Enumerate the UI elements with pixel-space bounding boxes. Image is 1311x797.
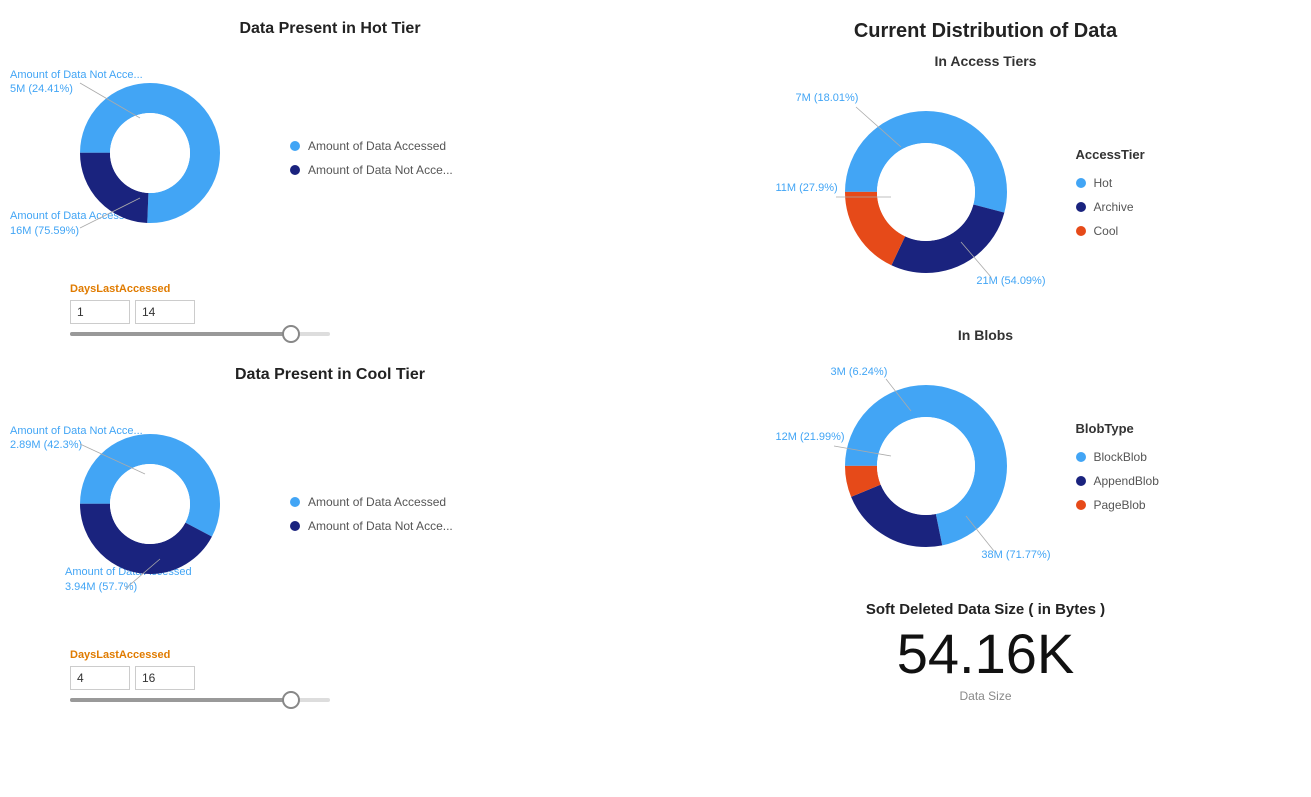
blobs-page-legend: PageBlob [1076, 498, 1196, 512]
cool-tier-section: Data Present in Cool Tier Amount of Data… [10, 366, 650, 702]
cool-tier-title: Data Present in Cool Tier [10, 366, 650, 384]
hot-slider-fill [70, 332, 291, 336]
blobs-block-legend: BlockBlob [1076, 450, 1196, 464]
cool-tier-chart-row: Amount of Data Not Acce... 2.89M (42.3%)… [10, 394, 650, 634]
hot-slider-min-input[interactable] [70, 300, 130, 324]
blobs-append-label: AppendBlob [1094, 474, 1159, 488]
hot-slider-track[interactable] [70, 332, 330, 336]
hot-tier-title: Data Present in Hot Tier [10, 20, 650, 38]
hot-accessed-dot [290, 141, 300, 151]
cool-tier-slider-section: DaysLastAccessed [10, 649, 650, 702]
access-cool-legend: Cool [1076, 224, 1196, 238]
access-tiers-section: In Access Tiers 7M (18.01%) 11M (27.9%) … [670, 53, 1301, 307]
hot-tier-chart-row: Amount of Data Not Acce... 5M (24.41%) A… [10, 48, 650, 268]
blobs-section: In Blobs 3M (6.24%) 12M (21.99%) 38M (71… [670, 327, 1301, 581]
cool-tier-legend-accessed: Amount of Data Accessed [290, 495, 453, 509]
access-tiers-legend: AccessTier Hot Archive Cool [1076, 147, 1196, 238]
right-panel: Current Distribution of Data In Access T… [650, 20, 1301, 732]
cool-slider-label: DaysLastAccessed [70, 649, 650, 661]
access-tiers-subtitle: In Access Tiers [670, 53, 1301, 69]
hot-not-accessed-legend-label: Amount of Data Not Acce... [308, 163, 453, 177]
cool-accessed-dot [290, 497, 300, 507]
access-tiers-chart-row: 7M (18.01%) 11M (27.9%) 21M (54.09%) [670, 77, 1301, 307]
blobs-donut-wrap: 3M (6.24%) 12M (21.99%) 38M (71.77%) [776, 351, 1056, 581]
access-cool-label: Cool [1094, 224, 1119, 238]
cool-tier-donut [70, 424, 230, 584]
hot-slider-label: DaysLastAccessed [70, 283, 650, 295]
access-cool-dot [1076, 226, 1086, 236]
cool-not-accessed-dot [290, 521, 300, 531]
left-panel: Data Present in Hot Tier Amount of Data … [10, 20, 650, 732]
blobs-block-dot [1076, 452, 1086, 462]
access-hot-dot [1076, 178, 1086, 188]
cool-accessed-legend-label: Amount of Data Accessed [308, 495, 446, 509]
blobs-legend: BlobType BlockBlob AppendBlob PageBlob [1076, 421, 1196, 512]
hot-tier-donut [70, 73, 230, 233]
access-archive-label: Archive [1094, 200, 1134, 214]
soft-deleted-sublabel: Data Size [670, 689, 1301, 703]
soft-deleted-title: Soft Deleted Data Size ( in Bytes ) [670, 601, 1301, 618]
blobs-page-label: PageBlob [1094, 498, 1146, 512]
blobs-subtitle: In Blobs [670, 327, 1301, 343]
blobs-block-label: BlockBlob [1094, 450, 1147, 464]
hot-tier-section: Data Present in Hot Tier Amount of Data … [10, 20, 650, 336]
blobs-append-dot [1076, 476, 1086, 486]
distribution-title: Current Distribution of Data [670, 20, 1301, 43]
hot-slider-inputs [70, 300, 650, 324]
soft-deleted-section: Soft Deleted Data Size ( in Bytes ) 54.1… [670, 601, 1301, 703]
access-tiers-donut [826, 92, 1026, 292]
cool-slider-fill [70, 698, 291, 702]
blobs-page-dot [1076, 500, 1086, 510]
hot-slider-thumb[interactable] [282, 325, 300, 343]
cool-tier-legend-not-accessed: Amount of Data Not Acce... [290, 519, 453, 533]
blobs-legend-title: BlobType [1076, 421, 1196, 436]
access-tiers-donut-wrap: 7M (18.01%) 11M (27.9%) 21M (54.09%) [776, 77, 1056, 307]
access-tiers-legend-title: AccessTier [1076, 147, 1196, 162]
hot-tier-slider-section: DaysLastAccessed [10, 283, 650, 336]
access-hot-label: Hot [1094, 176, 1113, 190]
blobs-append-legend: AppendBlob [1076, 474, 1196, 488]
main-container: Data Present in Hot Tier Amount of Data … [0, 0, 1311, 752]
access-hot-legend: Hot [1076, 176, 1196, 190]
cool-slider-inputs [70, 666, 650, 690]
hot-accessed-legend-label: Amount of Data Accessed [308, 139, 446, 153]
cool-tier-legend: Amount of Data Accessed Amount of Data N… [290, 495, 453, 533]
blobs-donut [826, 366, 1026, 566]
cool-slider-thumb[interactable] [282, 691, 300, 709]
cool-slider-track[interactable] [70, 698, 330, 702]
blobs-chart-row: 3M (6.24%) 12M (21.99%) 38M (71.77%) [670, 351, 1301, 581]
cool-slider-min-input[interactable] [70, 666, 130, 690]
cool-not-accessed-legend-label: Amount of Data Not Acce... [308, 519, 453, 533]
access-archive-dot [1076, 202, 1086, 212]
hot-tier-legend-not-accessed: Amount of Data Not Acce... [290, 163, 453, 177]
hot-tier-legend-accessed: Amount of Data Accessed [290, 139, 453, 153]
cool-slider-max-input[interactable] [135, 666, 195, 690]
hot-tier-legend: Amount of Data Accessed Amount of Data N… [290, 139, 453, 177]
hot-not-accessed-dot [290, 165, 300, 175]
access-archive-legend: Archive [1076, 200, 1196, 214]
hot-slider-max-input[interactable] [135, 300, 195, 324]
soft-deleted-value: 54.16K [670, 623, 1301, 685]
